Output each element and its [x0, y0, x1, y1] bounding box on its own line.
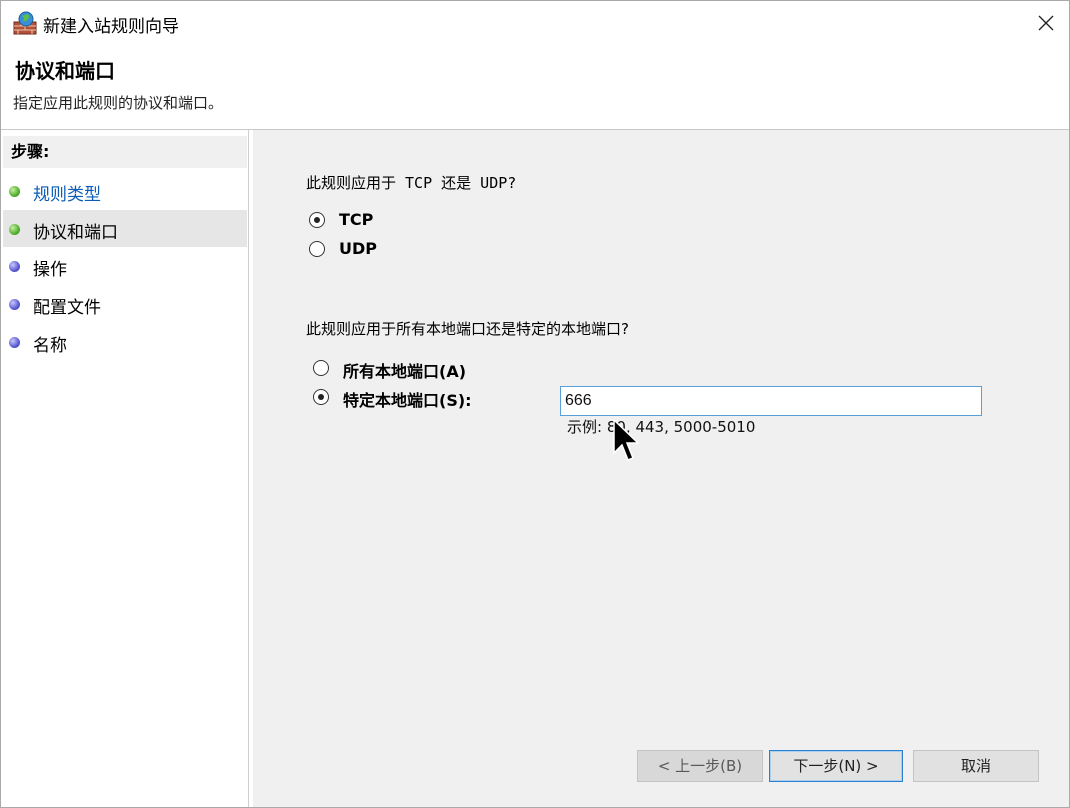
step-pending-bullet-icon: [9, 299, 20, 310]
protocol-question: 此规则应用于 TCP 还是 UDP?: [306, 174, 517, 192]
port-input[interactable]: [560, 386, 982, 416]
radio-tcp[interactable]: TCP: [309, 210, 429, 234]
step-current-bullet-icon: [9, 224, 20, 235]
port-example-hint: 示例: 80, 443, 5000-5010: [567, 418, 756, 436]
step-complete-bullet-icon: [9, 186, 20, 197]
steps-sidebar: 步骤: 规则类型 协议和端口 操作 配置文件 名称: [1, 130, 251, 807]
page-title: 协议和端口: [15, 59, 115, 83]
step-label: 操作: [33, 260, 67, 280]
radio-selected-icon: [309, 212, 325, 228]
step-pending-bullet-icon: [9, 261, 20, 272]
wizard-content: 此规则应用于 TCP 还是 UDP? TCP UDP 此规则应用于所有本地端口还…: [253, 130, 1069, 807]
radio-label-specific-ports: 特定本地端口(S):: [343, 391, 472, 410]
window-title: 新建入站规则向导: [43, 17, 179, 37]
back-button[interactable]: < 上一步(B): [637, 750, 763, 782]
radio-selected-icon: [313, 389, 329, 405]
step-protocol-ports[interactable]: 协议和端口: [3, 210, 247, 247]
radio-udp[interactable]: UDP: [309, 239, 429, 263]
step-name: 名称: [3, 323, 247, 360]
ports-question: 此规则应用于所有本地端口还是特定的本地端口?: [306, 320, 629, 338]
step-label: 名称: [33, 336, 67, 356]
radio-unselected-icon: [313, 360, 329, 376]
radio-label-tcp: TCP: [339, 210, 374, 229]
radio-label-udp: UDP: [339, 239, 377, 258]
mouse-pointer-icon: [613, 419, 639, 461]
step-label: 配置文件: [33, 298, 101, 318]
step-pending-bullet-icon: [9, 337, 20, 348]
page-description: 指定应用此规则的协议和端口。: [13, 94, 224, 112]
wizard-window: 新建入站规则向导 协议和端口 指定应用此规则的协议和端口。 步骤: 规则类型 协…: [0, 0, 1070, 808]
firewall-icon: [13, 11, 37, 35]
step-label[interactable]: 规则类型: [33, 180, 101, 205]
close-icon: [1038, 15, 1054, 31]
step-action: 操作: [3, 247, 247, 284]
step-label: 协议和端口: [33, 223, 118, 243]
title-bar: 新建入站规则向导: [1, 1, 1069, 45]
close-button[interactable]: [1023, 1, 1069, 45]
step-rule-type[interactable]: 规则类型: [3, 172, 247, 209]
steps-header: 步骤:: [3, 136, 247, 168]
radio-specific-ports[interactable]: 特定本地端口(S):: [313, 387, 513, 411]
radio-all-ports[interactable]: 所有本地端口(A): [313, 358, 513, 382]
radio-label-all-ports: 所有本地端口(A): [343, 362, 467, 381]
sidebar-divider: [248, 130, 249, 807]
cancel-button[interactable]: 取消: [913, 750, 1039, 782]
radio-unselected-icon: [309, 241, 325, 257]
next-button[interactable]: 下一步(N) >: [769, 750, 903, 782]
step-profile: 配置文件: [3, 285, 247, 322]
